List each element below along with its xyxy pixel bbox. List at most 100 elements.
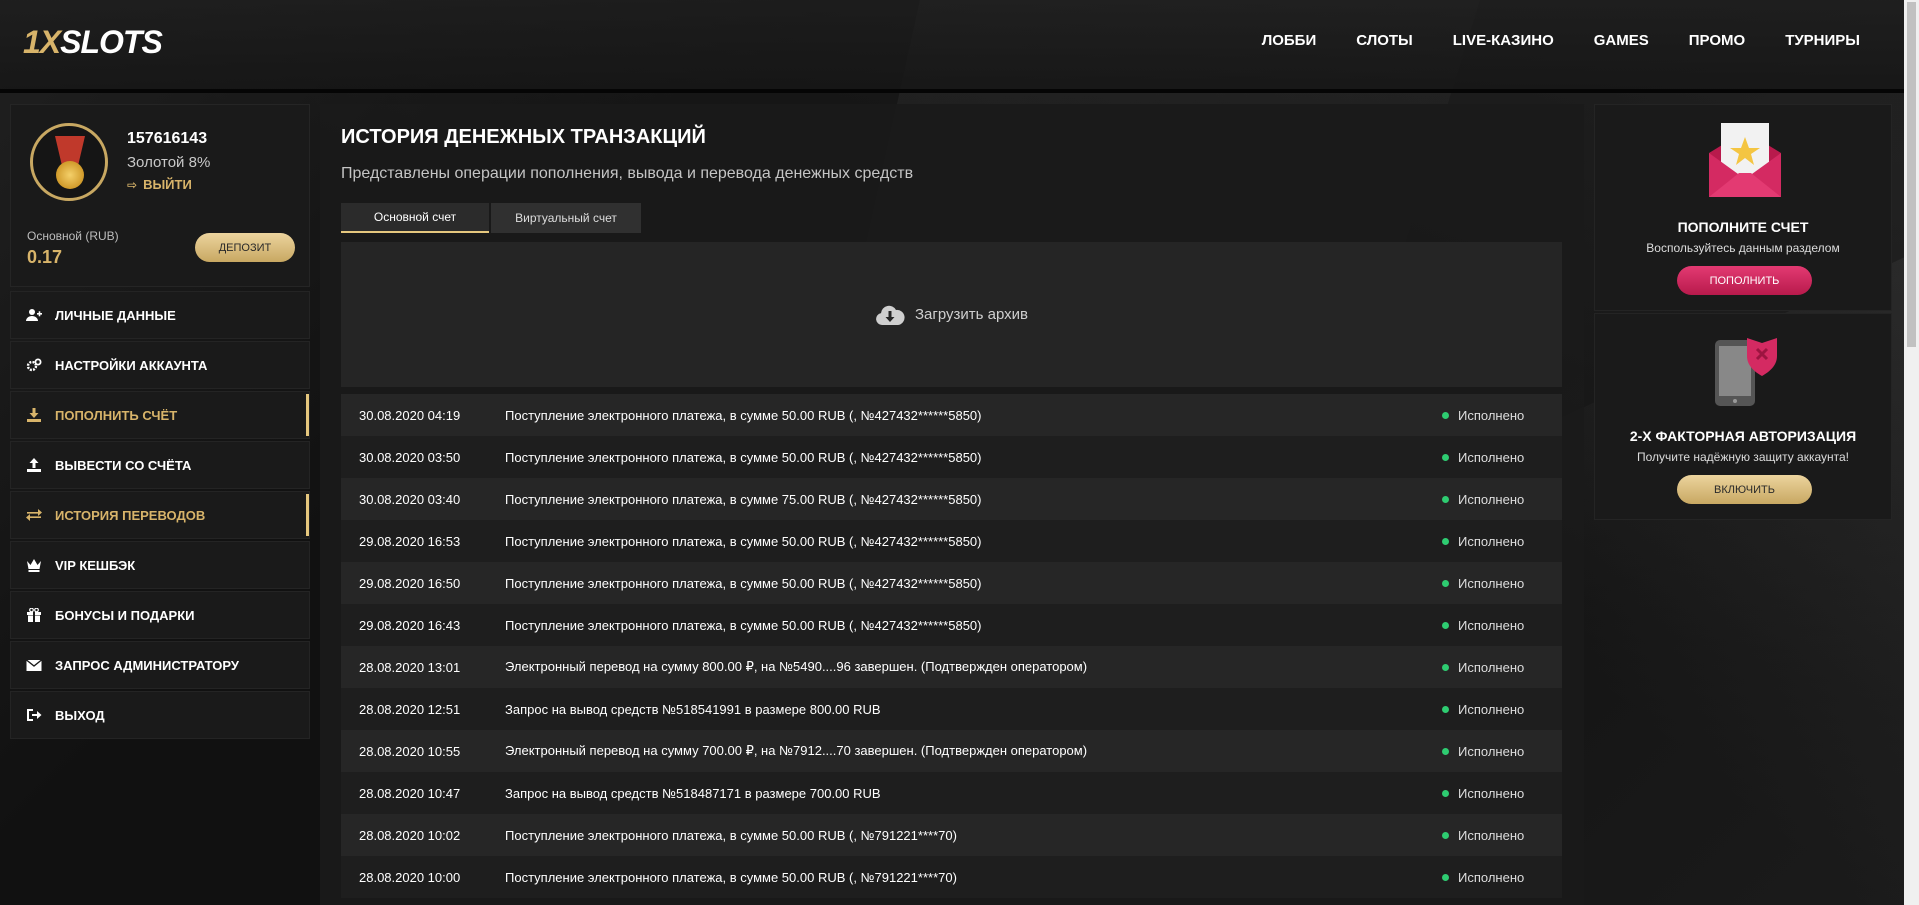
sidebar-item-label: НАСТРОЙКИ АККАУНТА [55,357,208,373]
table-row: 28.08.2020 10:55 Электронный перевод на с… [341,730,1562,772]
sidebar-item-vip-cashback[interactable]: VIP КЕШБЭК [10,541,310,589]
table-row: 28.08.2020 13:01 Электронный перевод на с… [341,646,1562,688]
status-dot-icon [1442,705,1449,713]
transaction-status: Исполнено [1442,828,1562,843]
envelope-star-icon [1707,123,1783,199]
scrollbar-thumb[interactable] [1907,2,1916,347]
transaction-status: Исполнено [1442,534,1562,549]
transaction-status: Исполнено [1442,870,1562,885]
sidebar-item-exit[interactable]: ВЫХОД [10,691,310,739]
profile-card: 157616143 Золотой 8% ⇨ ВЫЙТИ Основной (RU… [10,104,310,287]
transaction-status: Исполнено [1442,618,1562,633]
main-nav: ЛОББИ СЛОТЫ LIVE-КАЗИНО GAMES ПРОМО ТУРН… [1222,32,1860,49]
deposit-widget-title: ПОПОЛНИТЕ СЧЕТ [1677,219,1809,235]
sidebar-item-bonuses[interactable]: БОНУСЫ И ПОДАРКИ [10,591,310,639]
sidebar-item-transfer-history[interactable]: ИСТОРИЯ ПЕРЕВОДОВ [10,491,310,539]
transaction-date: 28.08.2020 10:55 [359,743,461,759]
nav-games[interactable]: GAMES [1594,32,1649,49]
cloud-download-icon [875,304,905,326]
status-dot-icon [1442,747,1449,755]
page-subtitle: Представлены операции пополнения, вывода… [341,165,914,182]
transaction-date: 28.08.2020 12:51 [359,701,461,717]
transaction-description: Поступление электронного платежа, в сумм… [505,575,982,591]
transaction-status: Исполнено [1442,786,1562,801]
transaction-status: Исполнено [1442,492,1562,507]
status-label: Исполнено [1458,449,1525,465]
transaction-status: Исполнено [1442,660,1562,675]
nav-tournaments[interactable]: ТУРНИРЫ [1785,32,1860,49]
status-dot-icon [1442,495,1449,503]
sidebar-item-deposit[interactable]: ПОПОЛНИТЬ СЧЁТ [10,391,310,439]
transaction-date: 28.08.2020 10:47 [359,785,461,801]
sidebar-item-account-settings[interactable]: НАСТРОЙКИ АККАУНТА [10,341,310,389]
account-tabs: Основной счет Виртуальный счет [341,203,643,233]
table-row: 29.08.2020 16:43 Поступление электронного… [341,604,1562,646]
sidebar-item-label: ВЫХОД [55,707,105,723]
status-dot-icon [1442,411,1449,419]
status-label: Исполнено [1458,785,1525,801]
nav-lobby[interactable]: ЛОББИ [1262,32,1317,49]
transaction-date: 29.08.2020 16:53 [359,533,461,549]
transaction-date: 28.08.2020 13:01 [359,659,461,675]
transaction-date: 28.08.2020 10:00 [359,869,461,885]
transaction-date: 28.08.2020 10:02 [359,827,461,843]
logo[interactable]: 1XSLOTS [23,24,163,61]
nav-promo[interactable]: ПРОМО [1689,32,1745,49]
twofa-widget-desc: Получите надёжную защиту аккаунта! [1636,450,1849,464]
sign-out-icon: ⇨ [127,178,138,192]
table-row: 30.08.2020 04:19 Поступление электронного… [341,394,1562,436]
download-archive-button[interactable]: Загрузить архив [341,242,1562,387]
transaction-description: Поступление электронного платежа, в сумм… [505,491,982,507]
sidebar-item-withdraw[interactable]: ВЫВЕСТИ СО СЧЁТА [10,441,310,489]
tab-main-account[interactable]: Основной счет [341,203,489,233]
logout-label: ВЫЙТИ [143,177,192,192]
status-dot-icon [1442,621,1449,629]
sidebar-item-label: ЗАПРОС АДМИНИСТРАТОРУ [55,657,239,673]
table-row: 29.08.2020 16:53 Поступление электронного… [341,520,1562,562]
table-row: 30.08.2020 03:50 Поступление электронного… [341,436,1562,478]
deposit-button[interactable]: ДЕПОЗИТ [195,233,295,262]
transaction-description: Поступление электронного платежа, в сумм… [505,407,982,423]
nav-slots[interactable]: СЛОТЫ [1356,32,1413,49]
enable-2fa-button[interactable]: ВКЛЮЧИТЬ [1677,475,1812,504]
transactions-panel: ИСТОРИЯ ДЕНЕЖНЫХ ТРАНЗАКЦИЙ Представлены… [320,104,1584,905]
sidebar-item-label: БОНУСЫ И ПОДАРКИ [55,607,195,623]
page-scrollbar[interactable] [1904,0,1919,905]
transaction-date: 29.08.2020 16:50 [359,575,461,591]
exchange-icon [26,508,42,522]
transaction-status: Исполнено [1442,450,1562,465]
deposit-widget-desc: Воспользуйтесь данным разделом [1646,241,1840,255]
user-id: 157616143 [127,130,208,147]
deposit-widget: ПОПОЛНИТЕ СЧЕТ Воспользуйтесь данным раз… [1594,104,1892,311]
status-label: Исполнено [1458,533,1525,549]
status-label: Исполнено [1458,617,1525,633]
transaction-description: Поступление электронного платежа, в сумм… [505,617,982,633]
medal-shape [56,161,84,189]
table-row: 28.08.2020 10:00 Поступление электронного… [341,856,1562,898]
nav-live-casino[interactable]: LIVE-КАЗИНО [1453,32,1554,49]
status-label: Исполнено [1458,743,1525,759]
status-dot-icon [1442,789,1449,797]
transaction-status: Исполнено [1442,702,1562,717]
status-label: Исполнено [1458,659,1525,675]
table-row: 28.08.2020 12:51 Запрос на вывод средств … [341,688,1562,730]
transaction-description: Поступление электронного платежа, в сумм… [505,533,982,549]
sidebar-item-admin-request[interactable]: ЗАПРОС АДМИНИСТРАТОРУ [10,641,310,689]
sidebar-item-personal-data[interactable]: ЛИЧНЫЕ ДАННЫЕ [10,291,310,339]
sidebar-item-label: ИСТОРИЯ ПЕРЕВОДОВ [55,507,206,523]
tab-virtual-account[interactable]: Виртуальный счет [491,203,641,233]
upload-icon [26,458,42,472]
account-balance: 0.17 [27,247,63,267]
user-level: Золотой 8% [127,154,211,171]
header: 1XSLOTS ЛОББИ СЛОТЫ LIVE-КАЗИНО GAMES ПР… [0,0,1904,93]
table-row: 28.08.2020 10:47 Запрос на вывод средств … [341,772,1562,814]
logout-link[interactable]: ⇨ ВЫЙТИ [127,177,192,192]
widget-deposit-button[interactable]: ПОПОЛНИТЬ [1677,266,1812,295]
sidebar-item-label: VIP КЕШБЭК [55,557,136,573]
transaction-date: 30.08.2020 03:40 [359,491,461,507]
gears-icon [26,358,42,372]
transaction-description: Электронный перевод на сумму 800.00 ₽, н… [505,659,1088,674]
sign-out-icon [26,708,42,722]
transaction-description: Поступление электронного платежа, в сумм… [505,449,982,465]
status-dot-icon [1442,873,1449,881]
